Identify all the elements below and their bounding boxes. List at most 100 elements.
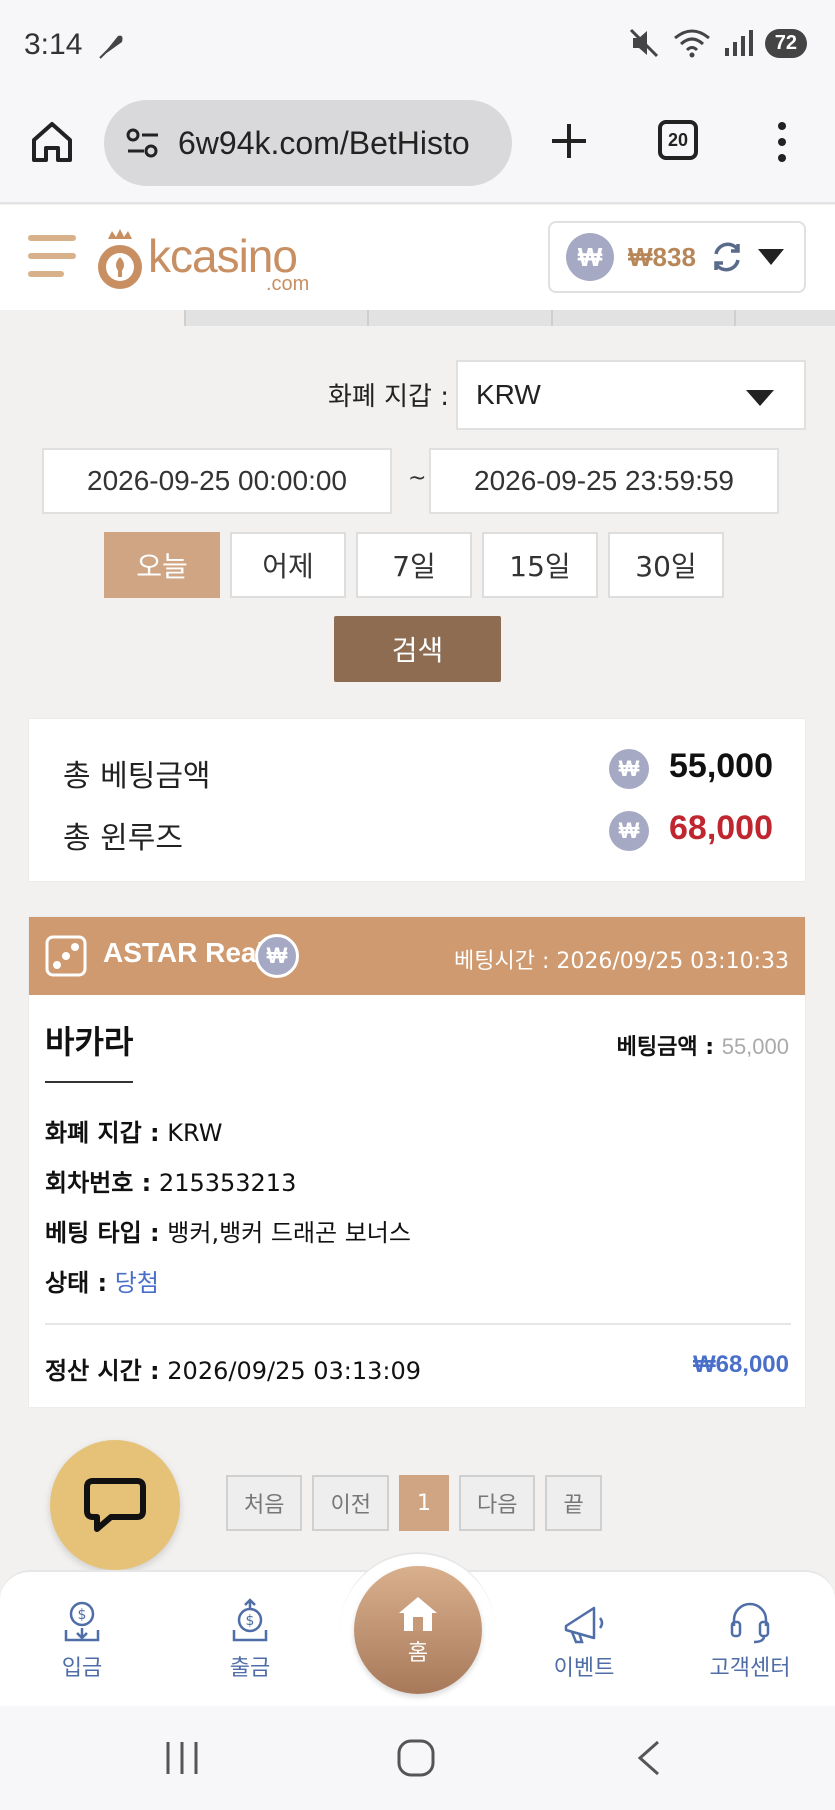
home-circle-icon[interactable]	[396, 1738, 436, 1778]
url-text: 6w94k.com/BetHisto	[178, 124, 470, 161]
address-bar[interactable]: 6w94k.com/BetHisto	[104, 100, 512, 186]
system-navigation-bar	[0, 1706, 835, 1810]
dice-icon	[45, 935, 87, 977]
nav-deposit[interactable]: $ 입금	[22, 1598, 142, 1682]
bet-summary: 총 베팅금액 ₩ 55,000 총 윈루즈 ₩ 68,000	[28, 718, 806, 882]
card-divider	[45, 1323, 791, 1325]
range-today-button[interactable]: 오늘	[104, 532, 220, 598]
won-icon: ₩	[609, 811, 649, 851]
bet-card-header: ASTAR Real ₩ 베팅시간 : 2026/09/25 03:10:33	[29, 917, 805, 995]
signal-icon	[724, 30, 753, 56]
site-header: kcasino .com ₩ ₩838	[0, 205, 835, 310]
range-yesterday-button[interactable]: 어제	[230, 532, 346, 598]
won-icon: ₩	[566, 233, 614, 281]
site-logo[interactable]: kcasino .com	[94, 223, 330, 303]
chevron-down-icon[interactable]	[757, 249, 784, 265]
bet-amount-value: 55,000	[721, 1034, 789, 1059]
settle-time: 정산 시간 : 2026/09/25 03:13:09	[45, 1351, 421, 1386]
total-bet-label: 총 베팅금액	[63, 759, 211, 794]
wallet-amount: ₩838	[628, 241, 696, 272]
svg-text:$: $	[246, 1613, 255, 1629]
page-first-button[interactable]: 처음	[226, 1475, 303, 1531]
range-7days-button[interactable]: 7일	[356, 532, 472, 598]
status-icons: 72	[629, 28, 807, 58]
page-current-button[interactable]: 1	[398, 1475, 449, 1531]
site-settings-icon[interactable]	[124, 124, 162, 162]
nav-withdraw[interactable]: $ 출금	[190, 1598, 310, 1682]
currency-select[interactable]: KRW	[456, 360, 806, 430]
settle-amount: ₩68,000	[692, 1351, 789, 1378]
hamburger-menu-icon[interactable]	[28, 235, 76, 285]
currency-wallet-label: 화폐 지갑 :	[328, 382, 449, 412]
page-last-button[interactable]: 끝	[545, 1475, 602, 1531]
deposit-icon: $	[64, 1601, 100, 1642]
detail-bet-type-label: 베팅 타입 :	[45, 1219, 160, 1247]
detail-round: 회차번호 : 215353213	[45, 1163, 296, 1198]
logo-domain: .com	[266, 273, 310, 295]
bet-amount: 베팅금액 : 55,000	[617, 1029, 789, 1061]
total-bet-row: 총 베팅금액 ₩ 55,000	[29, 739, 805, 799]
total-winloss-row: 총 윈루즈 ₩ 68,000	[29, 801, 805, 861]
wallet-balance[interactable]: ₩ ₩838	[548, 221, 806, 293]
chevron-down-icon	[746, 390, 774, 406]
tab-switcher-button[interactable]: 20	[658, 120, 698, 160]
range-30days-button[interactable]: 30일	[608, 532, 724, 598]
page-prev-button[interactable]: 이전	[312, 1475, 389, 1531]
nav-support-label: 고객센터	[709, 1656, 791, 1681]
status-time: 3:14	[24, 28, 83, 61]
chat-bubble-icon	[84, 1478, 146, 1532]
browser-home-icon[interactable]	[28, 118, 76, 166]
date-separator: ~	[408, 466, 427, 491]
detail-status: 상태 : 당첨	[45, 1263, 159, 1298]
mute-icon	[629, 28, 658, 58]
won-icon: ₩	[255, 934, 299, 978]
currency-select-value: KRW	[476, 379, 541, 410]
nav-deposit-label: 입금	[61, 1656, 103, 1681]
won-icon: ₩	[609, 749, 649, 789]
megaphone-icon	[564, 1606, 604, 1644]
status-bar: 3:14 72	[0, 0, 835, 96]
nav-home[interactable]: 홈	[354, 1566, 482, 1694]
wifi-icon	[673, 29, 710, 58]
nav-support[interactable]: 고객센터	[690, 1598, 810, 1682]
detail-bet-type: 베팅 타입 : 뱅커,뱅커 드래곤 보너스	[45, 1213, 411, 1248]
provider-name: ASTAR Real	[103, 937, 265, 968]
total-bet-value: 55,000	[669, 747, 773, 785]
bet-time: 베팅시간 : 2026/09/25 03:10:33	[454, 943, 789, 975]
nav-withdraw-label: 출금	[229, 1656, 271, 1681]
game-name: 바카라	[45, 1017, 134, 1083]
detail-status-value: 당첨	[114, 1269, 159, 1297]
detail-bet-type-value: 뱅커,뱅커 드래곤 보너스	[167, 1219, 411, 1247]
pagination: 처음 이전 1 다음 끝	[226, 1475, 602, 1531]
start-date-input[interactable]: 2026-09-25 00:00:00	[42, 448, 392, 514]
search-button[interactable]: 검색	[334, 616, 501, 682]
detail-round-label: 회차번호 :	[45, 1169, 152, 1197]
browser-toolbar: 6w94k.com/BetHisto 20	[0, 96, 835, 204]
home-icon	[399, 1597, 437, 1631]
nav-event-label: 이벤트	[553, 1656, 615, 1681]
logo-chip-icon	[98, 229, 142, 289]
header-tab-strip	[184, 310, 835, 326]
refresh-icon[interactable]	[710, 240, 744, 274]
nav-event[interactable]: 이벤트	[524, 1598, 644, 1682]
battery-level: 72	[764, 28, 807, 58]
feather-icon	[99, 35, 123, 59]
headset-icon	[730, 1602, 770, 1644]
page-next-button[interactable]: 다음	[458, 1475, 536, 1531]
bet-time-label: 베팅시간 :	[454, 949, 550, 974]
chat-button[interactable]	[50, 1440, 180, 1570]
new-tab-icon[interactable]	[546, 118, 592, 164]
nav-home-label: 홈	[407, 1641, 429, 1666]
detail-currency-label: 화폐 지갑 :	[45, 1119, 160, 1147]
withdraw-icon: $	[232, 1598, 268, 1642]
back-icon[interactable]	[634, 1738, 662, 1778]
range-15days-button[interactable]: 15일	[482, 532, 598, 598]
total-winloss-value: 68,000	[669, 809, 773, 847]
recent-apps-icon[interactable]	[162, 1740, 202, 1776]
settle-time-value: 2026/09/25 03:13:09	[167, 1357, 422, 1385]
detail-status-label: 상태 :	[45, 1269, 108, 1297]
end-date-input[interactable]: 2026-09-25 23:59:59	[429, 448, 779, 514]
more-menu-icon[interactable]	[770, 118, 794, 166]
detail-currency: 화폐 지갑 : KRW	[45, 1113, 222, 1148]
bet-history-card: ASTAR Real ₩ 베팅시간 : 2026/09/25 03:10:33 …	[28, 916, 806, 1408]
